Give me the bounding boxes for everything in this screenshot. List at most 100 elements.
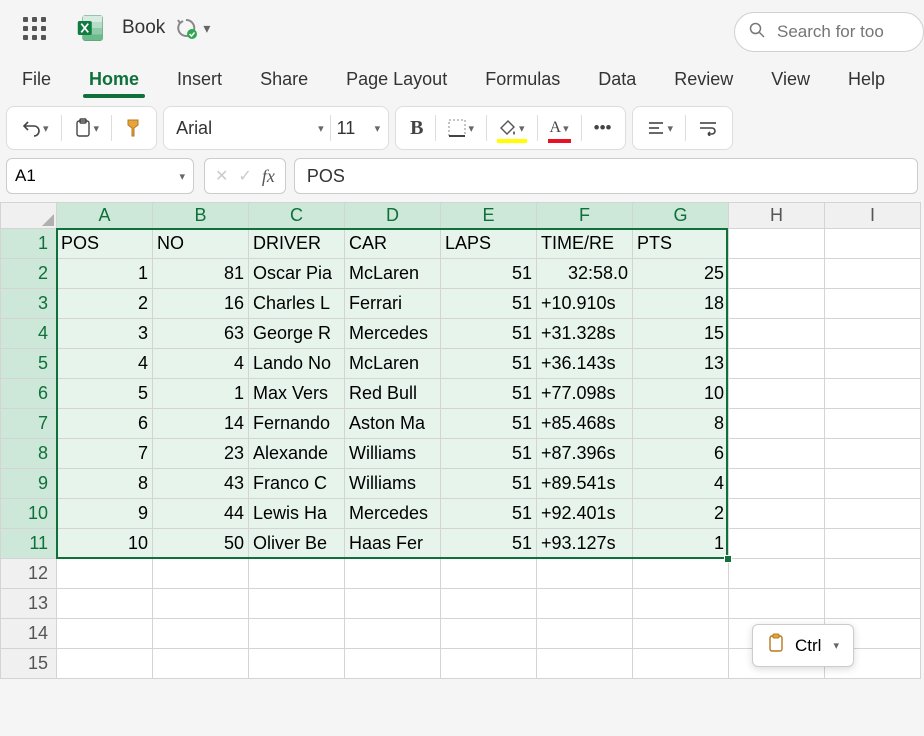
cell[interactable]	[153, 559, 249, 589]
cell[interactable]: 8	[57, 469, 153, 499]
cell[interactable]	[345, 619, 441, 649]
cell[interactable]	[249, 619, 345, 649]
cell[interactable]: 43	[153, 469, 249, 499]
cell[interactable]	[633, 649, 729, 679]
cell[interactable]: Williams	[345, 469, 441, 499]
cell[interactable]: George R	[249, 319, 345, 349]
cell[interactable]: 1	[57, 259, 153, 289]
cell[interactable]: 51	[441, 469, 537, 499]
cell[interactable]: 51	[441, 289, 537, 319]
chevron-down-icon[interactable]: ▾	[318, 122, 324, 135]
column-header[interactable]: B	[153, 203, 249, 229]
cell[interactable]	[825, 349, 921, 379]
tab-data[interactable]: Data	[594, 63, 640, 100]
cell[interactable]: Fernando	[249, 409, 345, 439]
cell[interactable]: McLaren	[345, 259, 441, 289]
cell[interactable]	[537, 649, 633, 679]
cell[interactable]: 9	[57, 499, 153, 529]
wrap-text-button[interactable]	[692, 110, 724, 146]
chevron-down-icon[interactable]: ▾	[203, 20, 210, 37]
cell[interactable]: 6	[57, 409, 153, 439]
cell[interactable]: Mercedes	[345, 319, 441, 349]
cell[interactable]	[441, 619, 537, 649]
cell[interactable]: Lando No	[249, 349, 345, 379]
cell[interactable]	[825, 529, 921, 559]
name-box[interactable]: ▾	[6, 158, 194, 194]
font-color-button[interactable]: A▾	[544, 110, 575, 146]
cell[interactable]	[249, 589, 345, 619]
cell[interactable]: 51	[441, 259, 537, 289]
row-header[interactable]: 12	[1, 559, 57, 589]
cell[interactable]: 44	[153, 499, 249, 529]
cell[interactable]	[825, 469, 921, 499]
cell[interactable]: 25	[633, 259, 729, 289]
cell[interactable]	[633, 559, 729, 589]
cell[interactable]: 51	[441, 499, 537, 529]
cell[interactable]: 23	[153, 439, 249, 469]
column-header[interactable]: F	[537, 203, 633, 229]
tab-share[interactable]: Share	[256, 63, 312, 100]
format-painter-button[interactable]	[118, 110, 148, 146]
cell[interactable]: Red Bull	[345, 379, 441, 409]
cell[interactable]: 1	[633, 529, 729, 559]
tab-formulas[interactable]: Formulas	[481, 63, 564, 100]
cell[interactable]: 51	[441, 439, 537, 469]
cell[interactable]	[825, 289, 921, 319]
cell[interactable]: 13	[633, 349, 729, 379]
cell[interactable]	[729, 589, 825, 619]
row-header[interactable]: 7	[1, 409, 57, 439]
cell[interactable]	[825, 439, 921, 469]
spreadsheet-grid[interactable]: ABCDEFGHI1POSNODRIVERCARLAPSTIME/REPTS21…	[0, 202, 924, 679]
chevron-down-icon[interactable]: ▾	[179, 170, 185, 183]
font-size-input[interactable]	[337, 118, 369, 139]
tab-help[interactable]: Help	[844, 63, 889, 100]
cell[interactable]: 51	[441, 529, 537, 559]
cell[interactable]	[537, 589, 633, 619]
cell[interactable]	[633, 589, 729, 619]
cell[interactable]: 4	[153, 349, 249, 379]
cell[interactable]: 2	[633, 499, 729, 529]
cell[interactable]	[825, 319, 921, 349]
tab-insert[interactable]: Insert	[173, 63, 226, 100]
cell[interactable]	[57, 649, 153, 679]
tab-file[interactable]: File	[18, 63, 55, 100]
cell[interactable]	[825, 259, 921, 289]
cell[interactable]: CAR	[345, 229, 441, 259]
cell[interactable]	[729, 379, 825, 409]
more-options-button[interactable]: •••	[588, 110, 618, 146]
bold-button[interactable]: B	[404, 110, 429, 146]
cell[interactable]: POS	[57, 229, 153, 259]
cell[interactable]: 32:58.0	[537, 259, 633, 289]
fill-color-button[interactable]: ▾	[493, 110, 531, 146]
row-header[interactable]: 8	[1, 439, 57, 469]
cell[interactable]: 8	[633, 409, 729, 439]
cell[interactable]: 2	[57, 289, 153, 319]
cell[interactable]	[825, 379, 921, 409]
row-header[interactable]: 1	[1, 229, 57, 259]
cell[interactable]	[729, 229, 825, 259]
row-header[interactable]: 10	[1, 499, 57, 529]
search-box[interactable]	[734, 12, 924, 52]
tab-page-layout[interactable]: Page Layout	[342, 63, 451, 100]
cell[interactable]: +77.098s	[537, 379, 633, 409]
cell[interactable]	[729, 319, 825, 349]
cell[interactable]: +36.143s	[537, 349, 633, 379]
cell[interactable]: +93.127s	[537, 529, 633, 559]
column-header[interactable]: C	[249, 203, 345, 229]
cell[interactable]	[153, 649, 249, 679]
cell[interactable]	[249, 649, 345, 679]
cell[interactable]: 18	[633, 289, 729, 319]
chevron-down-icon[interactable]: ▾	[375, 122, 381, 135]
cell[interactable]	[345, 649, 441, 679]
cell[interactable]: 10	[633, 379, 729, 409]
cell[interactable]: 15	[633, 319, 729, 349]
cell[interactable]: 6	[633, 439, 729, 469]
borders-button[interactable]: ▾	[442, 110, 480, 146]
sync-status-icon[interactable]	[175, 17, 197, 39]
cell[interactable]	[729, 529, 825, 559]
cell[interactable]	[441, 559, 537, 589]
cell[interactable]: Williams	[345, 439, 441, 469]
align-button[interactable]: ▾	[641, 110, 679, 146]
cell[interactable]: Ferrari	[345, 289, 441, 319]
cell[interactable]: TIME/RE	[537, 229, 633, 259]
